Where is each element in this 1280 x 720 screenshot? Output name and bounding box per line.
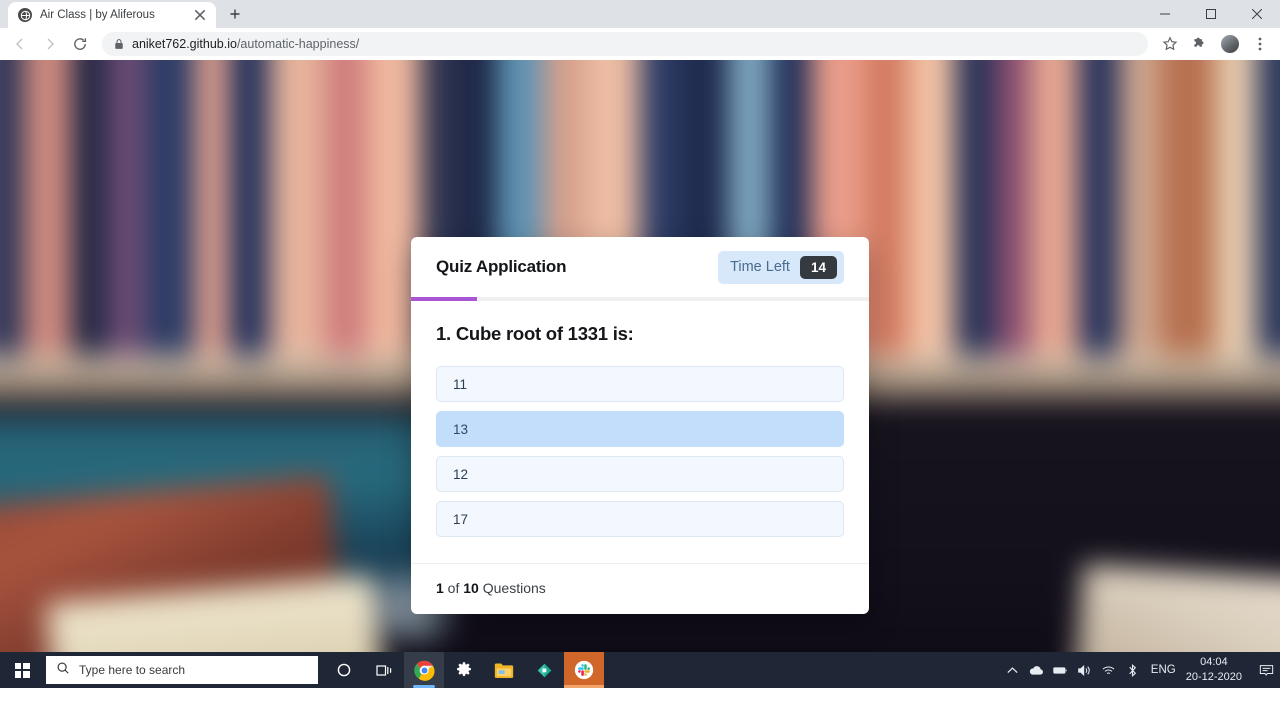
- task-view-icon[interactable]: [364, 652, 404, 688]
- search-placeholder: Type here to search: [79, 663, 186, 677]
- timer-badge: Time Left 14: [718, 250, 844, 284]
- avatar-icon[interactable]: [1216, 30, 1244, 58]
- battery-icon[interactable]: [1049, 652, 1073, 688]
- clock-date: 20-12-2020: [1185, 671, 1242, 683]
- page-title: Quiz Application: [436, 257, 567, 276]
- wifi-icon[interactable]: [1097, 652, 1121, 688]
- question-counter-suffix: Questions: [478, 580, 546, 596]
- question-counter-total: 10: [463, 580, 479, 596]
- timer-label: Time Left: [730, 259, 790, 275]
- quiz-body: 1. Cube root of 1331 is: 11 13 12 17: [411, 301, 869, 563]
- slack-icon[interactable]: [564, 652, 604, 688]
- windows-taskbar: Type here to search ENG 04:04 20-12-2020: [0, 652, 1280, 688]
- search-input[interactable]: Type here to search: [46, 656, 318, 684]
- quiz-card: Quiz Application Time Left 14 1. Cube ro…: [411, 237, 869, 614]
- close-icon[interactable]: [192, 7, 208, 23]
- taskbar-apps: [324, 652, 604, 688]
- reload-icon[interactable]: [66, 30, 94, 58]
- windows-logo-icon[interactable]: [0, 652, 44, 688]
- settings-gear-icon[interactable]: [444, 652, 484, 688]
- browser-tab[interactable]: Air Class | by Aliferous: [8, 2, 216, 28]
- chrome-icon[interactable]: [404, 652, 444, 688]
- forward-arrow-icon[interactable]: [36, 30, 64, 58]
- new-tab-button[interactable]: [221, 0, 249, 28]
- address-bar[interactable]: aniket762.github.io/automatic-happiness/: [102, 31, 1148, 56]
- window-controls: [1142, 0, 1280, 28]
- bluetooth-icon[interactable]: [1121, 652, 1145, 688]
- tab-strip: Air Class | by Aliferous: [0, 0, 1280, 28]
- avatar: [1220, 33, 1240, 54]
- search-icon: [56, 661, 70, 680]
- three-dot-menu-icon[interactable]: [1246, 30, 1274, 58]
- clock[interactable]: 04:04 20-12-2020: [1184, 655, 1252, 685]
- page-viewport: Quiz Application Time Left 14 1. Cube ro…: [0, 60, 1280, 688]
- language-indicator[interactable]: ENG: [1145, 664, 1184, 676]
- browser-window: Air Class | by Aliferous aniket762.githu…: [0, 0, 1280, 720]
- url-path: /automatic-happiness/: [236, 36, 360, 51]
- cortana-icon[interactable]: [324, 652, 364, 688]
- star-icon[interactable]: [1156, 30, 1184, 58]
- browser-toolbar: aniket762.github.io/automatic-happiness/: [0, 28, 1280, 60]
- question-counter-connector: of: [443, 580, 464, 596]
- close-icon[interactable]: [1234, 0, 1280, 28]
- timer-value: 14: [799, 255, 837, 279]
- notification-icon[interactable]: [1252, 652, 1280, 688]
- globe-icon: [18, 8, 32, 22]
- question-text: 1. Cube root of 1331 is:: [436, 323, 634, 344]
- question-counter: 1 of 10 Questions: [411, 563, 869, 614]
- minimize-icon[interactable]: [1142, 0, 1188, 28]
- active-app-indicator: [564, 685, 604, 688]
- answer-option[interactable]: 11: [436, 366, 844, 402]
- back-arrow-icon[interactable]: [6, 30, 34, 58]
- answer-options-list: 11 13 12 17: [436, 366, 844, 537]
- lock-icon: [114, 38, 124, 50]
- active-app-indicator: [413, 685, 435, 688]
- url-host: aniket762.github.io: [132, 36, 237, 51]
- answer-option[interactable]: 12: [436, 456, 844, 492]
- quiz-header: Quiz Application Time Left 14: [411, 237, 869, 297]
- system-tray: ENG 04:04 20-12-2020: [1001, 652, 1280, 688]
- tab-title: Air Class | by Aliferous: [40, 9, 155, 21]
- speaker-icon[interactable]: [1073, 652, 1097, 688]
- question-counter-current: 1: [436, 580, 444, 596]
- file-explorer-icon[interactable]: [484, 652, 524, 688]
- clock-time: 04:04: [1200, 656, 1228, 669]
- puzzle-icon[interactable]: [1186, 30, 1214, 58]
- maximize-icon[interactable]: [1188, 0, 1234, 28]
- filmora-icon[interactable]: [524, 652, 564, 688]
- chevron-up-icon[interactable]: [1001, 652, 1025, 688]
- answer-option[interactable]: 17: [436, 501, 844, 537]
- answer-option-selected[interactable]: 13: [436, 411, 844, 447]
- cloud-icon[interactable]: [1025, 652, 1049, 688]
